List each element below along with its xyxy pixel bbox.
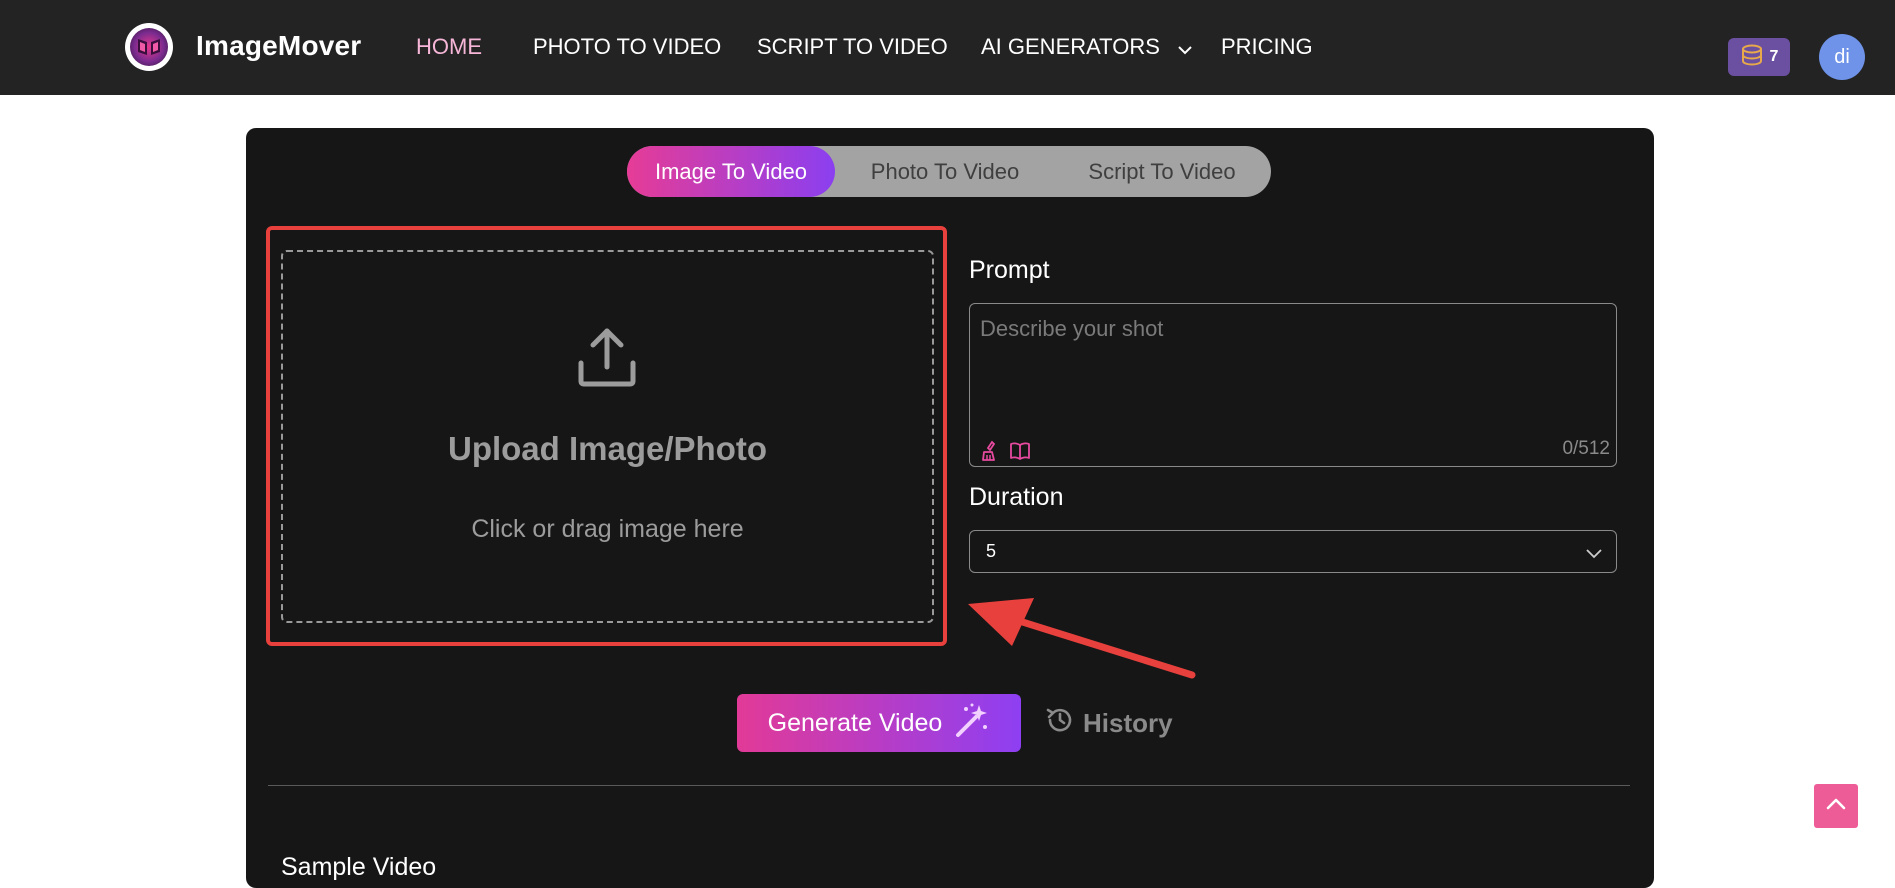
prompt-char-counter: 0/512 xyxy=(1562,438,1610,459)
duration-label: Duration xyxy=(969,483,1064,511)
tab-script-to-video[interactable]: Script To Video xyxy=(1067,146,1257,197)
nav-link-pricing[interactable]: PRICING xyxy=(1221,34,1313,60)
upload-icon xyxy=(575,325,639,389)
upload-subtitle: Click or drag image here xyxy=(471,515,744,543)
navbar: ImageMover HOME PHOTO TO VIDEO SCRIPT TO… xyxy=(0,0,1895,95)
user-avatar[interactable]: di xyxy=(1819,34,1865,80)
history-icon xyxy=(1045,705,1075,742)
prompt-label: Prompt xyxy=(969,256,1050,284)
scroll-to-top-button[interactable] xyxy=(1814,784,1858,828)
prompt-field: 0/512 xyxy=(969,303,1617,467)
generate-video-button[interactable]: Generate Video xyxy=(737,694,1021,752)
nav-link-photo-to-video[interactable]: PHOTO TO VIDEO xyxy=(533,34,721,60)
magic-brush-icon[interactable] xyxy=(980,440,1002,462)
nav-link-ai-generators[interactable]: AI GENERATORS xyxy=(981,34,1192,61)
brand-name[interactable]: ImageMover xyxy=(196,30,361,62)
coins-icon xyxy=(1740,44,1764,71)
mode-tabs: Image To Video Photo To Video Script To … xyxy=(627,146,1271,197)
nav-link-ai-generators-label: AI GENERATORS xyxy=(981,34,1160,59)
sample-video-heading: Sample Video xyxy=(281,853,437,881)
brand-logo-icon[interactable] xyxy=(125,23,173,71)
annotation-arrow-icon xyxy=(968,598,1196,679)
generate-video-label: Generate Video xyxy=(767,708,943,737)
credits-badge[interactable]: 7 xyxy=(1728,38,1790,76)
chevron-down-icon xyxy=(1586,543,1602,564)
nav-link-script-to-video[interactable]: SCRIPT TO VIDEO xyxy=(757,34,948,60)
tab-photo-to-video[interactable]: Photo To Video xyxy=(855,146,1035,197)
duration-select[interactable]: 5 xyxy=(969,530,1617,573)
history-label: History xyxy=(1083,708,1173,738)
tab-image-to-video[interactable]: Image To Video xyxy=(627,146,835,197)
section-divider xyxy=(268,785,1630,786)
chevron-up-icon xyxy=(1826,797,1846,816)
book-icon[interactable] xyxy=(1009,440,1031,462)
magic-wand-icon xyxy=(952,701,990,746)
credits-count: 7 xyxy=(1769,48,1779,65)
history-button[interactable]: History xyxy=(1045,705,1173,742)
nav-link-home[interactable]: HOME xyxy=(416,34,482,60)
upload-title: Upload Image/Photo xyxy=(447,430,767,467)
chevron-down-icon xyxy=(1178,35,1192,61)
prompt-input[interactable] xyxy=(980,316,1600,416)
duration-value: 5 xyxy=(986,541,997,561)
